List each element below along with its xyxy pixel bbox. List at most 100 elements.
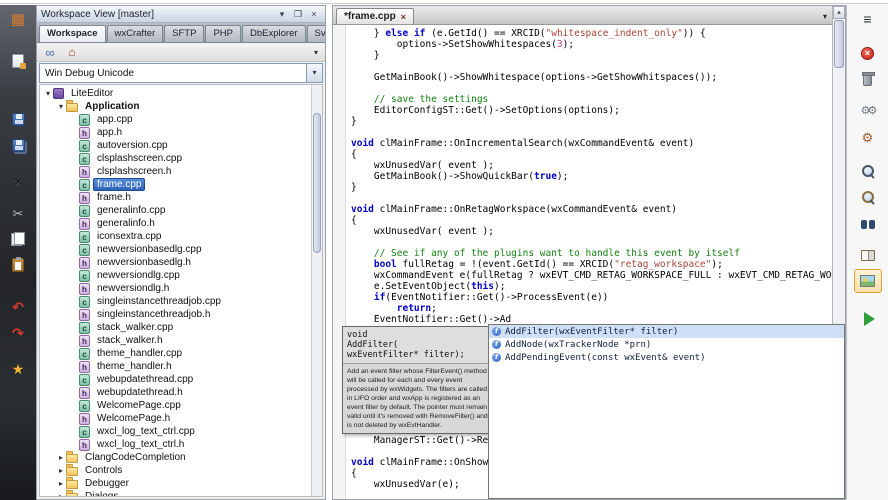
- dropdown-arrow-icon[interactable]: ▾: [306, 64, 322, 82]
- tree-item-liteeditor[interactable]: ▾ LiteEditor: [40, 87, 322, 100]
- tree-item-clsplashscreen-h[interactable]: h clsplashscreen.h: [40, 165, 322, 178]
- expand-arrow-icon[interactable]: ▸: [56, 492, 66, 496]
- open-file-button[interactable]: [5, 75, 31, 99]
- dock-menu-button[interactable]: ▾: [275, 8, 289, 20]
- tree-item-controls[interactable]: ▸ Controls: [40, 464, 322, 477]
- tree-item-stack-walker-cpp[interactable]: c stack_walker.cpp: [40, 321, 322, 334]
- completion-item[interactable]: f AddNode(wxTrackerNode *prn): [489, 338, 844, 351]
- tools-button[interactable]: ⚙⚙: [854, 99, 882, 123]
- search-button[interactable]: [854, 159, 882, 183]
- completion-item[interactable]: f AddPendingEvent(const wxEvent& event): [489, 351, 844, 364]
- tree-item-welcomepage-cpp[interactable]: c WelcomePage.cpp: [40, 399, 322, 412]
- toolbar-overflow-icon[interactable]: ▾: [310, 48, 322, 57]
- settings-button[interactable]: ⚙: [854, 125, 882, 149]
- tree-item-application[interactable]: ▾ Application: [40, 100, 322, 113]
- float-button[interactable]: ❐: [291, 8, 305, 20]
- tab-wxcrafter[interactable]: wxCrafter: [106, 25, 164, 42]
- code-line: // save the settings: [373, 94, 489, 105]
- tree-item-theme-handler-cpp[interactable]: c theme_handler.cpp: [40, 347, 322, 360]
- scrollbar-thumb[interactable]: [834, 20, 844, 68]
- tree-item-dialogs[interactable]: ▸ Dialogs: [40, 490, 322, 496]
- scroll-up-icon[interactable]: ▴: [833, 6, 845, 19]
- expand-arrow-icon[interactable]: ▸: [56, 453, 66, 462]
- tree-item-generalinfo-h[interactable]: h generalinfo.h: [40, 217, 322, 230]
- tree-item-debugger[interactable]: ▸ Debugger: [40, 477, 322, 490]
- redo-button[interactable]: ↷: [5, 321, 31, 345]
- tree-item-theme-handler-h[interactable]: h theme_handler.h: [40, 360, 322, 373]
- completion-item[interactable]: f AddFilter(wxEventFilter* filter): [489, 325, 844, 338]
- clear-button[interactable]: ×: [854, 41, 882, 65]
- tree-item-clangcodecompletion[interactable]: ▸ ClangCodeCompletion: [40, 451, 322, 464]
- tab-workspace[interactable]: Workspace: [39, 25, 106, 42]
- image-viewer-button[interactable]: [853, 269, 882, 293]
- function-icon: f: [492, 327, 501, 336]
- tree-item-frame-cpp[interactable]: c frame.cpp: [40, 178, 322, 191]
- expand-arrow-icon[interactable]: ▸: [56, 479, 66, 488]
- tab-list-icon[interactable]: ▾: [821, 12, 829, 24]
- tree-item-newversionbasedlg-cpp[interactable]: c newversionbasedlg.cpp: [40, 243, 322, 256]
- run-button[interactable]: [854, 307, 882, 331]
- tree-item-webupdatethread-h[interactable]: h webupdatethread.h: [40, 386, 322, 399]
- tree-item-newversionbasedlg-h[interactable]: h newversionbasedlg.h: [40, 256, 322, 269]
- undo-button[interactable]: ↶: [5, 295, 31, 319]
- code-line: wxUnusedVar( event );: [351, 160, 494, 171]
- tree-item-label: WelcomePage.h: [97, 413, 171, 424]
- tree-item-label: wxcl_log_text_ctrl.cpp: [97, 426, 195, 437]
- tree-scrollbar[interactable]: [311, 85, 322, 496]
- trash-button[interactable]: [854, 67, 882, 91]
- completion-item-label: AddNode(wxTrackerNode *prn): [505, 339, 652, 350]
- tree-item-stack-walker-h[interactable]: h stack_walker.h: [40, 334, 322, 347]
- link-editor-button[interactable]: ∞: [40, 44, 60, 61]
- tree-item-label: frame.cpp: [93, 178, 146, 191]
- tree-item-clsplashscreen-cpp[interactable]: c clsplashscreen.cpp: [40, 152, 322, 165]
- tools-icon: ⚙⚙: [860, 104, 878, 117]
- tree-item-newversiondlg-h[interactable]: h newversiondlg.h: [40, 282, 322, 295]
- bookmark-button[interactable]: ★: [5, 357, 31, 381]
- expand-arrow-icon[interactable]: ▸: [56, 466, 66, 475]
- tree-item-autoversion-cpp[interactable]: c autoversion.cpp: [40, 139, 322, 152]
- collapse-arrow-icon[interactable]: ▾: [43, 89, 53, 98]
- save-button[interactable]: [5, 107, 31, 131]
- tree-scrollbar-thumb[interactable]: [313, 113, 321, 253]
- tree-item-singleinstancethreadjob-h[interactable]: h singleinstancethreadjob.h: [40, 308, 322, 321]
- find-replace-button[interactable]: [854, 185, 882, 209]
- tree-item-newversiondlg-cpp[interactable]: c newversiondlg.cpp: [40, 269, 322, 282]
- tab-sftp[interactable]: SFTP: [164, 25, 205, 42]
- home-button[interactable]: ⌂: [62, 44, 82, 61]
- tree-item-webupdatethread-cpp[interactable]: c webupdatethread.cpp: [40, 373, 322, 386]
- find-replace-icon: [861, 190, 875, 204]
- clear-icon: ×: [861, 46, 874, 60]
- tab-svn[interactable]: Svn: [306, 25, 325, 42]
- tree-item-welcomepage-h[interactable]: h WelcomePage.h: [40, 412, 322, 425]
- menu-button[interactable]: ≡: [854, 7, 882, 31]
- tab-close-icon[interactable]: ×: [401, 12, 406, 22]
- tree-item-singleinstancethreadjob-cpp[interactable]: c singleinstancethreadjob.cpp: [40, 295, 322, 308]
- close-file-button[interactable]: ×: [5, 169, 31, 193]
- tab-php[interactable]: PHP: [205, 25, 241, 42]
- code-line: return;: [396, 303, 437, 314]
- tree-item-wxcl-log-text-ctrl-cpp[interactable]: c wxcl_log_text_ctrl.cpp: [40, 425, 322, 438]
- paste-button[interactable]: [5, 253, 31, 277]
- new-file-button[interactable]: [5, 49, 31, 73]
- tab-frame-cpp[interactable]: *frame.cpp ×: [336, 8, 414, 24]
- tree-item-wxcl-log-text-ctrl-h[interactable]: h wxcl_log_text_ctrl.h: [40, 438, 322, 451]
- collapse-arrow-icon[interactable]: ▾: [56, 102, 66, 111]
- close-button[interactable]: ×: [307, 8, 321, 20]
- copy-button[interactable]: [5, 227, 31, 251]
- find-in-files-button[interactable]: [854, 211, 882, 235]
- save-all-button[interactable]: [5, 133, 31, 157]
- cut-button[interactable]: ✂: [5, 201, 31, 225]
- cpp-icon: c: [79, 152, 90, 165]
- tree-item-app-cpp[interactable]: c app.cpp: [40, 113, 322, 126]
- tree-item-iconsextra-cpp[interactable]: c iconsextra.cpp: [40, 230, 322, 243]
- code-line: if(EventNotifier::Get()->ProcessEvent(e)…: [373, 292, 609, 303]
- h-icon: h: [79, 126, 90, 139]
- tree-item-app-h[interactable]: h app.h: [40, 126, 322, 139]
- tree-item-frame-h[interactable]: h frame.h: [40, 191, 322, 204]
- workspace-title-bar[interactable]: Workspace View [master] ▾ ❐ ×: [37, 6, 325, 23]
- build-config-dropdown[interactable]: Win Debug Unicode ▾: [39, 63, 323, 83]
- tab-dbexplorer[interactable]: DbExplorer: [242, 25, 306, 42]
- logo-button[interactable]: ▦: [5, 7, 31, 31]
- tree-item-generalinfo-cpp[interactable]: c generalinfo.cpp: [40, 204, 322, 217]
- help-book-button[interactable]: [854, 243, 882, 267]
